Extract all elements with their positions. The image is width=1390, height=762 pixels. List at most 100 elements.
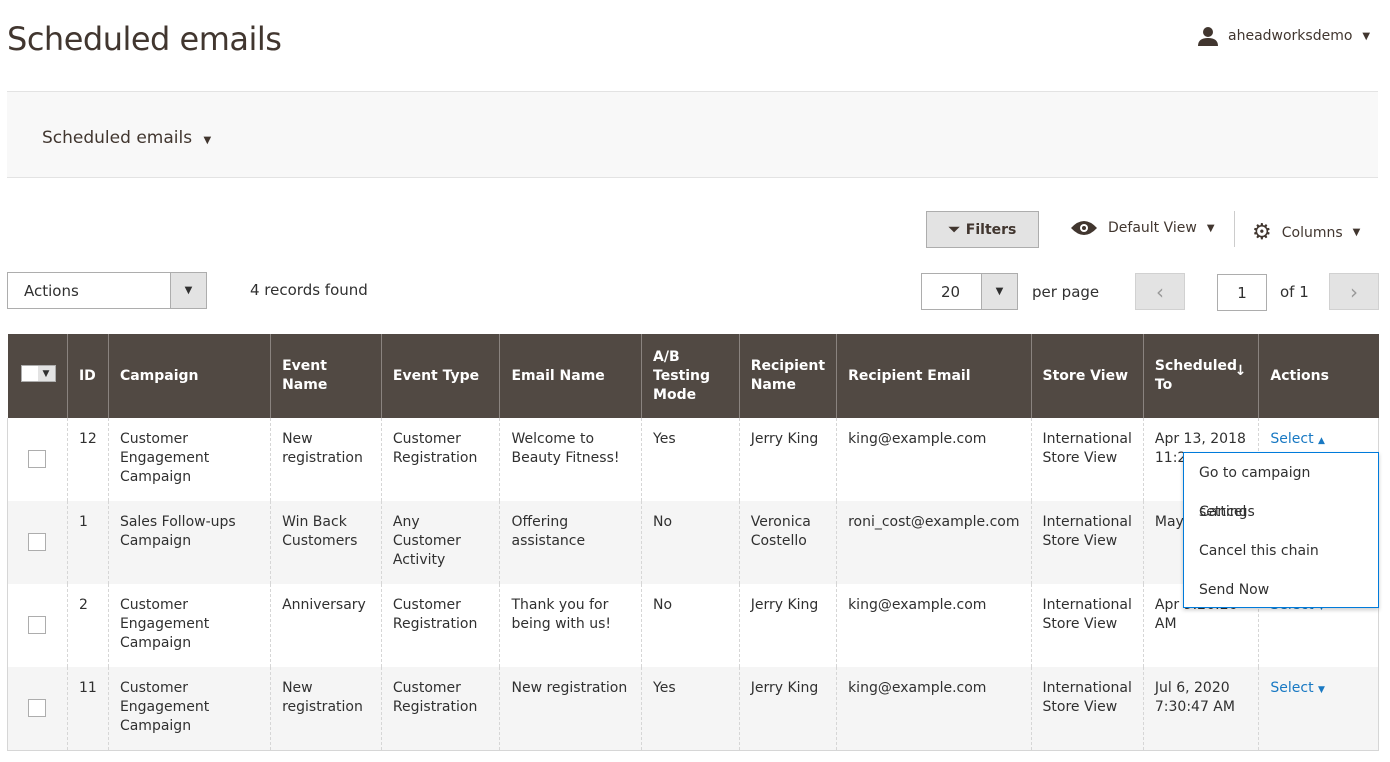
select-label: Select xyxy=(1270,431,1314,447)
cell-ab-testing: Yes xyxy=(641,667,740,751)
chevron-right-icon: › xyxy=(1350,279,1358,304)
cell-event-name: Win Back Customers xyxy=(270,501,382,584)
chevron-up-icon: ▲ xyxy=(1318,436,1325,446)
cell-store-view: International Store View xyxy=(1030,501,1144,584)
menu-item-campaign-settings[interactable]: Go to campaign settings xyxy=(1184,454,1378,520)
cell-ab-testing: Yes xyxy=(641,418,740,501)
gear-icon: ⚙ xyxy=(1252,220,1272,245)
actions-select-value: Actions xyxy=(24,281,79,300)
chevron-left-icon: ‹ xyxy=(1156,279,1164,304)
cell-store-view: International Store View xyxy=(1030,667,1144,751)
page-title: Scheduled emails xyxy=(7,20,282,58)
chevron-down-icon: ▼ xyxy=(1318,685,1325,695)
cell-actions: Select ▼ xyxy=(1258,667,1379,751)
default-view-label: Default View xyxy=(1108,220,1197,236)
user-menu[interactable]: aheadworksdemo ▼ xyxy=(1198,26,1370,46)
user-icon xyxy=(1198,27,1218,46)
chevron-down-icon: ▼ xyxy=(1206,222,1215,234)
filters-button[interactable]: ⏷ Filters xyxy=(926,211,1039,248)
cell-recipient-email: king@example.com xyxy=(836,667,1032,751)
per-page-label: per page xyxy=(1032,283,1100,301)
row-checkbox-cell xyxy=(7,501,68,584)
default-view-dropdown[interactable]: Default View ▼ xyxy=(1070,220,1215,236)
select-action-link[interactable]: Select ▼ xyxy=(1270,680,1325,696)
col-event-type[interactable]: Event Type xyxy=(380,334,500,418)
table-row: 11 Customer Engagement Campaign New regist… xyxy=(7,667,1379,751)
row-checkbox[interactable] xyxy=(28,616,46,634)
select-action-link[interactable]: Select ▲ xyxy=(1270,431,1325,447)
col-ab-testing[interactable]: A/B Testing Mode xyxy=(641,334,740,418)
row-checkbox[interactable] xyxy=(28,699,46,717)
cell-event-name: New registration xyxy=(270,667,382,751)
eye-icon xyxy=(1071,221,1097,235)
divider xyxy=(1234,211,1235,247)
cell-recipient-email: roni_cost@example.com xyxy=(836,501,1032,584)
view-switcher[interactable]: Scheduled emails ▼ xyxy=(42,128,211,148)
col-event-name[interactable]: Event Name xyxy=(270,334,382,418)
row-checkbox[interactable] xyxy=(28,533,46,551)
cell-campaign: Sales Follow-ups Campaign xyxy=(107,501,271,584)
col-scheduled-to-label: Scheduled To xyxy=(1154,358,1238,393)
cell-ab-testing: No xyxy=(641,501,740,584)
records-count: 4 records found xyxy=(250,281,368,299)
chevron-down-icon: ▼ xyxy=(37,366,55,381)
page-input[interactable]: 1 xyxy=(1217,274,1267,311)
actions-select[interactable]: Actions ▼ xyxy=(7,272,207,309)
menu-item-send-now[interactable]: Send Now xyxy=(1184,571,1378,610)
col-recipient-email[interactable]: Recipient Email xyxy=(836,334,1032,418)
cell-id: 2 xyxy=(66,584,109,667)
table-row: 12 Customer Engagement Campaign New regist… xyxy=(7,418,1379,501)
menu-item-cancel[interactable]: Cancel xyxy=(1184,493,1378,532)
row-checkbox[interactable] xyxy=(28,450,46,468)
table-row: 2 Customer Engagement Campaign Anniversary… xyxy=(7,584,1379,667)
sort-arrow-down-icon: ↓ xyxy=(1234,363,1247,379)
prev-page-button[interactable]: ‹ xyxy=(1135,273,1185,310)
col-scheduled-to[interactable]: Scheduled To ↓ xyxy=(1142,334,1259,418)
row-checkbox-cell xyxy=(7,584,68,667)
col-campaign[interactable]: Campaign xyxy=(107,334,271,418)
page-total: of 1 xyxy=(1280,283,1309,301)
columns-dropdown[interactable]: ⚙ Columns ▼ xyxy=(1252,220,1360,245)
per-page-select[interactable]: 20 ▼ xyxy=(921,273,1018,310)
cell-id: 12 xyxy=(66,418,109,501)
chevron-down-icon: ▼ xyxy=(1352,227,1361,238)
scheduled-emails-grid: ▼ ID Campaign Event Name Event Type Emai… xyxy=(7,334,1379,751)
col-actions: Actions xyxy=(1258,334,1379,418)
cell-event-name: Anniversary xyxy=(270,584,382,667)
table-row: 1 Sales Follow-ups Campaign Win Back Custo… xyxy=(7,501,1379,584)
col-email-name[interactable]: Email Name xyxy=(499,334,642,418)
cell-store-view: International Store View xyxy=(1030,418,1144,501)
cell-recipient-email: king@example.com xyxy=(836,418,1032,501)
filters-label: Filters xyxy=(965,221,1017,238)
col-store-view[interactable]: Store View xyxy=(1030,334,1144,418)
row-actions-menu: Go to campaign settings Cancel Cancel th… xyxy=(1183,452,1379,608)
view-switcher-label: Scheduled emails xyxy=(42,128,193,148)
next-page-button[interactable]: › xyxy=(1329,273,1379,310)
per-page-value: 20 xyxy=(941,282,961,301)
row-checkbox-cell xyxy=(7,667,68,751)
row-checkbox-cell xyxy=(7,418,68,501)
cell-recipient-name: Jerry King xyxy=(738,584,837,667)
cell-ab-testing: No xyxy=(641,584,740,667)
mass-select[interactable]: ▼ xyxy=(7,334,68,418)
user-name: aheadworksdemo xyxy=(1228,28,1353,44)
cell-recipient-name: Veronica Costello xyxy=(738,501,837,584)
cell-id: 1 xyxy=(66,501,109,584)
cell-campaign: Customer Engagement Campaign xyxy=(107,418,271,501)
cell-event-name: New registration xyxy=(270,418,382,501)
cell-email-name: Thank you for being with us! xyxy=(499,584,642,667)
cell-email-name: New registration xyxy=(499,667,642,751)
cell-id: 11 xyxy=(66,667,109,751)
col-id[interactable]: ID xyxy=(66,334,109,418)
cell-recipient-name: Jerry King xyxy=(738,667,837,751)
scope-bar: Scheduled emails ▼ xyxy=(7,91,1378,178)
chevron-down-icon: ▼ xyxy=(170,273,206,308)
menu-item-cancel-chain[interactable]: Cancel this chain xyxy=(1184,532,1378,571)
cell-scheduled-to: Jul 6, 2020 7:30:47 AM xyxy=(1142,667,1259,751)
col-recipient-name[interactable]: Recipient Name xyxy=(738,334,837,418)
header-row: ▼ ID Campaign Event Name Event Type Emai… xyxy=(7,334,1379,418)
cell-email-name: Welcome to Beauty Fitness! xyxy=(499,418,642,501)
cell-campaign: Customer Engagement Campaign xyxy=(107,584,271,667)
cell-recipient-email: king@example.com xyxy=(836,584,1032,667)
funnel-icon: ⏷ xyxy=(948,221,960,238)
